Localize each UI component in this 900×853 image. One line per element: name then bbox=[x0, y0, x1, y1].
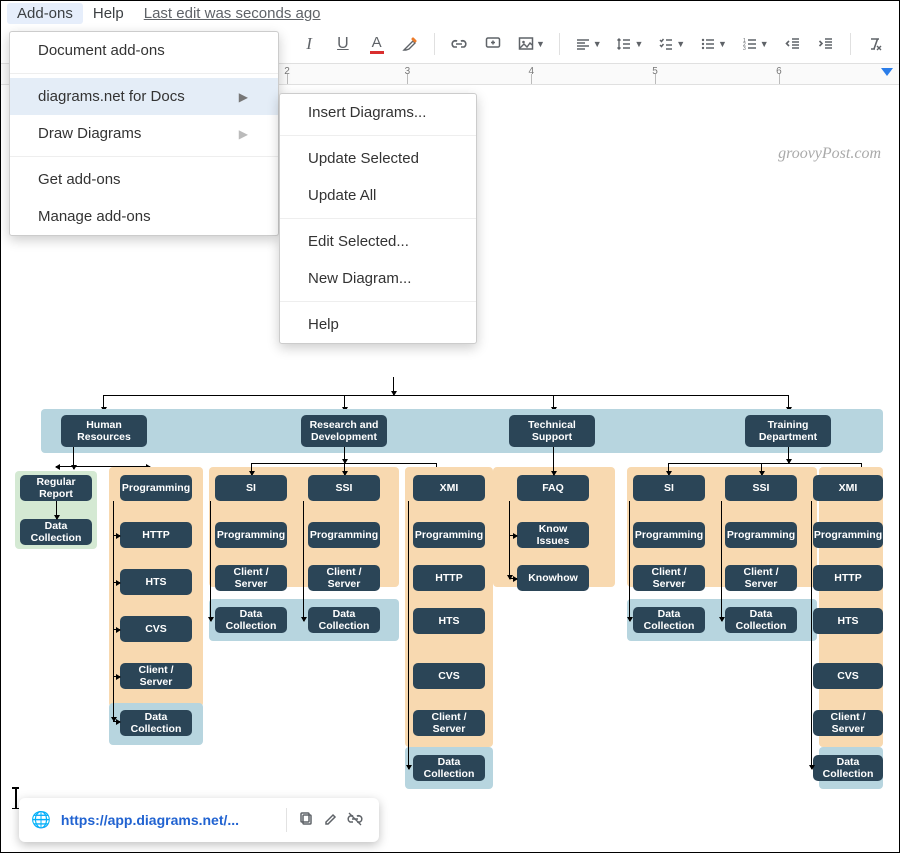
align-button[interactable]: ▼ bbox=[570, 30, 606, 58]
underline-button[interactable]: U bbox=[329, 30, 357, 58]
copy-link-button[interactable] bbox=[295, 811, 319, 830]
watermark: groovyPost.com bbox=[778, 145, 881, 163]
node-client-server: Client / Server bbox=[215, 565, 287, 591]
italic-button[interactable]: I bbox=[295, 30, 323, 58]
node-faq: FAQ bbox=[517, 475, 589, 501]
node-programming: Programming bbox=[813, 522, 883, 548]
node-data-collection: Data Collection bbox=[120, 710, 192, 736]
dept-hr: Human Resources bbox=[61, 415, 147, 447]
node-programming: Programming bbox=[120, 475, 192, 501]
node-know-issues: Know Issues bbox=[517, 522, 589, 548]
org-chart-diagram[interactable]: Human Resources Research and Development… bbox=[13, 347, 889, 852]
submenu-update-all[interactable]: Update All bbox=[280, 177, 476, 214]
diagrams-submenu: Insert Diagrams... Update Selected Updat… bbox=[279, 93, 477, 344]
clear-formatting-button[interactable] bbox=[861, 30, 889, 58]
decrease-indent-button[interactable] bbox=[779, 30, 807, 58]
menu-manage-addons[interactable]: Manage add-ons bbox=[10, 198, 278, 235]
node-programming: Programming bbox=[633, 522, 705, 548]
node-cvs: CVS bbox=[413, 663, 485, 689]
svg-text:3: 3 bbox=[743, 46, 746, 52]
node-si: SI bbox=[215, 475, 287, 501]
globe-icon: 🌐 bbox=[31, 810, 51, 830]
submenu-edit-selected[interactable]: Edit Selected... bbox=[280, 223, 476, 260]
menu-get-addons[interactable]: Get add-ons bbox=[10, 161, 278, 198]
node-hts: HTS bbox=[120, 569, 192, 595]
menu-bar: Add-ons Help Last edit was seconds ago bbox=[1, 1, 899, 25]
node-client-server: Client / Server bbox=[633, 565, 705, 591]
submenu-new-diagram[interactable]: New Diagram... bbox=[280, 260, 476, 297]
menu-help[interactable]: Help bbox=[83, 3, 134, 24]
increase-indent-button[interactable] bbox=[812, 30, 840, 58]
node-xmi: XMI bbox=[413, 475, 485, 501]
submenu-insert-diagrams[interactable]: Insert Diagrams... bbox=[280, 94, 476, 131]
link-url[interactable]: https://app.diagrams.net/... bbox=[61, 812, 278, 828]
addons-menu: Document add-ons diagrams.net for Docs▶ … bbox=[9, 31, 279, 236]
node-ssi: SSI bbox=[725, 475, 797, 501]
node-data-collection: Data Collection bbox=[20, 519, 92, 545]
text-cursor bbox=[15, 787, 17, 809]
dept-tech: Technical Support bbox=[509, 415, 595, 447]
node-programming: Programming bbox=[725, 522, 797, 548]
dept-train: Training Department bbox=[745, 415, 831, 447]
edit-link-button[interactable] bbox=[319, 811, 343, 830]
checklist-button[interactable]: ▼ bbox=[653, 30, 689, 58]
insert-image-button[interactable]: ▼ bbox=[513, 30, 549, 58]
menu-addons[interactable]: Add-ons bbox=[7, 3, 83, 24]
last-edit-link[interactable]: Last edit was seconds ago bbox=[144, 5, 321, 22]
node-http: HTTP bbox=[813, 565, 883, 591]
node-hts: HTS bbox=[413, 608, 485, 634]
submenu-update-selected[interactable]: Update Selected bbox=[280, 140, 476, 177]
node-ssi: SSI bbox=[308, 475, 380, 501]
insert-comment-button[interactable] bbox=[479, 30, 507, 58]
insert-link-button[interactable] bbox=[445, 30, 473, 58]
node-data-collection: Data Collection bbox=[413, 755, 485, 781]
node-knowhow: Knowhow bbox=[517, 565, 589, 591]
node-client-server: Client / Server bbox=[725, 565, 797, 591]
node-cvs: CVS bbox=[120, 616, 192, 642]
node-si: SI bbox=[633, 475, 705, 501]
numbered-list-button[interactable]: 123 ▼ bbox=[737, 30, 773, 58]
node-client-server: Client / Server bbox=[308, 565, 380, 591]
node-data-collection: Data Collection bbox=[215, 607, 287, 633]
node-client-server: Client / Server bbox=[120, 663, 192, 689]
node-client-server: Client / Server bbox=[413, 710, 485, 736]
node-data-collection: Data Collection bbox=[725, 607, 797, 633]
node-http: HTTP bbox=[120, 522, 192, 548]
chevron-right-icon: ▶ bbox=[239, 127, 248, 141]
node-regular-report: Regular Report bbox=[20, 475, 92, 501]
node-programming: Programming bbox=[413, 522, 485, 548]
node-http: HTTP bbox=[413, 565, 485, 591]
node-xmi: XMI bbox=[813, 475, 883, 501]
node-programming: Programming bbox=[215, 522, 287, 548]
node-data-collection: Data Collection bbox=[633, 607, 705, 633]
unlink-button[interactable] bbox=[343, 811, 367, 830]
text-color-button[interactable]: A bbox=[363, 30, 391, 58]
menu-draw-diagrams[interactable]: Draw Diagrams▶ bbox=[10, 115, 278, 152]
indent-marker-icon[interactable] bbox=[881, 68, 893, 76]
highlight-button[interactable] bbox=[397, 30, 425, 58]
node-data-collection: Data Collection bbox=[813, 755, 883, 781]
node-data-collection: Data Collection bbox=[308, 607, 380, 633]
node-programming: Programming bbox=[308, 522, 380, 548]
node-cvs: CVS bbox=[813, 663, 883, 689]
menu-diagrams-net[interactable]: diagrams.net for Docs▶ bbox=[10, 78, 278, 115]
menu-document-addons[interactable]: Document add-ons bbox=[10, 32, 278, 69]
chevron-right-icon: ▶ bbox=[239, 90, 248, 104]
dept-rnd: Research and Development bbox=[301, 415, 387, 447]
node-hts: HTS bbox=[813, 608, 883, 634]
bulleted-list-button[interactable]: ▼ bbox=[695, 30, 731, 58]
submenu-help[interactable]: Help bbox=[280, 306, 476, 343]
line-spacing-button[interactable]: ▼ bbox=[612, 30, 648, 58]
link-preview-pill: 🌐 https://app.diagrams.net/... bbox=[19, 798, 379, 842]
node-client-server: Client / Server bbox=[813, 710, 883, 736]
